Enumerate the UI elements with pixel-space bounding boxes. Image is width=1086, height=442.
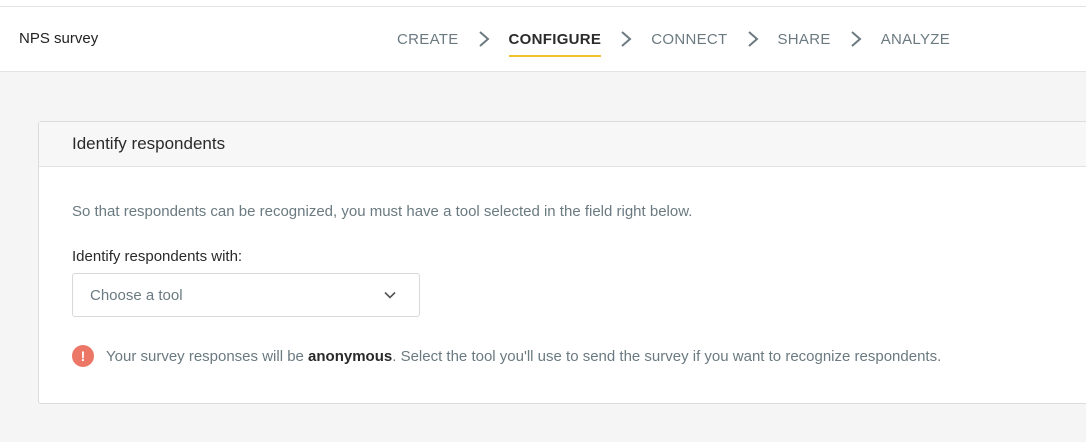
step-analyze[interactable]: ANALYZE	[881, 7, 950, 71]
chevron-right-icon	[728, 7, 778, 71]
card-title: Identify respondents	[72, 134, 226, 153]
survey-name: NPS survey	[19, 30, 99, 47]
chevron-down-icon	[384, 291, 396, 299]
anonymous-notice: ! Your survey responses will be anonymou…	[72, 345, 941, 367]
tool-select[interactable]: Choose a tool	[72, 273, 420, 317]
step-connect[interactable]: CONNECT	[651, 7, 727, 71]
card-description: So that respondents can be recognized, y…	[72, 203, 693, 220]
notice-emphasis: anonymous	[308, 347, 393, 365]
top-navigation-bar: NPS survey CREATE CONFIGURE CONNECT SHAR…	[0, 6, 1086, 72]
chevron-right-icon	[601, 7, 651, 71]
chevron-right-icon	[459, 7, 509, 71]
step-create[interactable]: CREATE	[397, 7, 459, 71]
step-navigation: CREATE CONFIGURE CONNECT SHARE ANALYZE	[397, 7, 950, 71]
chevron-right-icon	[831, 7, 881, 71]
identify-with-label: Identify respondents with:	[72, 248, 243, 265]
tool-select-value: Choose a tool	[90, 286, 183, 304]
notice-text: Your survey responses will be anonymous.…	[106, 347, 942, 365]
card-header: Identify respondents	[39, 122, 1086, 167]
identify-respondents-card: Identify respondents So that respondents…	[38, 121, 1086, 404]
exclamation-icon: !	[72, 345, 94, 367]
step-share[interactable]: SHARE	[778, 7, 831, 71]
step-configure[interactable]: CONFIGURE	[508, 7, 602, 71]
